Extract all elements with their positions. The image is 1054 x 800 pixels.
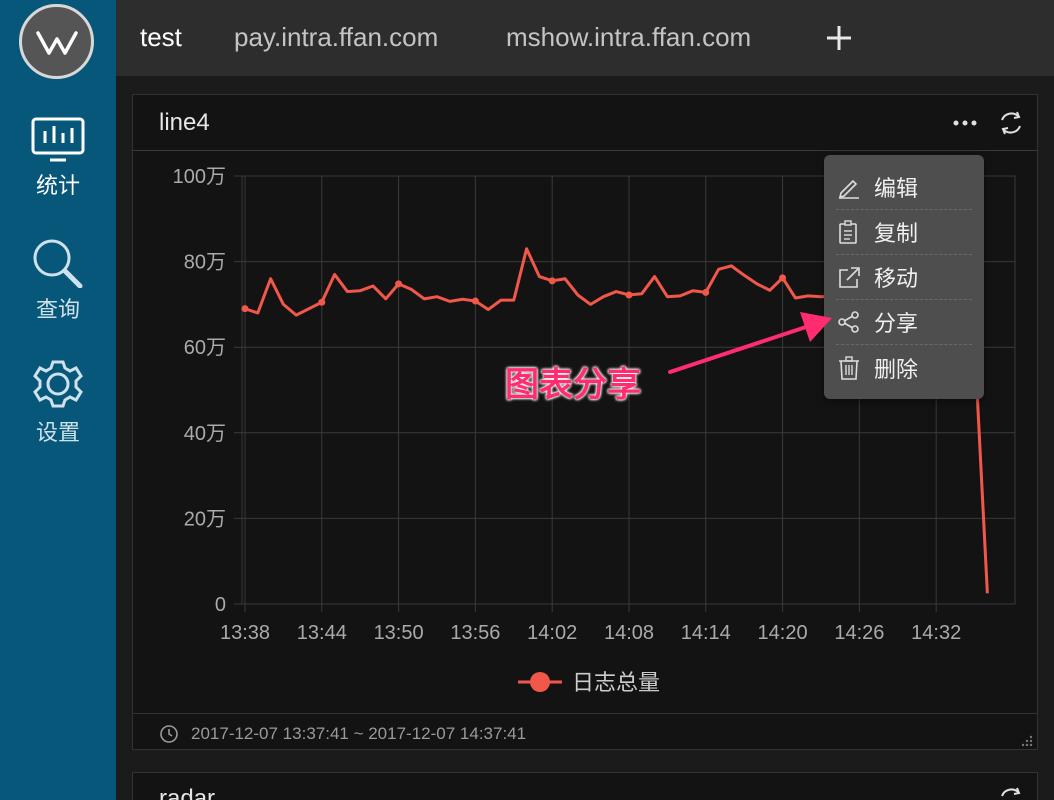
x-tick-label: 13:44	[297, 622, 347, 644]
y-tick-label: 100万	[173, 166, 226, 188]
x-tick-label: 13:38	[220, 622, 270, 644]
x-tick-label: 14:26	[834, 622, 884, 644]
data-point[interactable]	[625, 291, 633, 299]
logo-wave-icon	[35, 30, 78, 55]
y-tick-label: 20万	[184, 508, 226, 530]
menu-item-label: 移动	[874, 267, 919, 292]
menu-item-delete[interactable]: 删除	[836, 345, 972, 390]
annotation-label: 图表分享	[505, 365, 641, 405]
sidebar-item-label: 统计	[35, 174, 80, 199]
refresh-icon[interactable]	[997, 109, 1025, 137]
sidebar-item-label: 设置	[35, 421, 80, 446]
menu-item-label: 编辑	[874, 177, 919, 202]
add-tab-icon[interactable]	[822, 18, 856, 58]
legend-marker[interactable]	[530, 672, 550, 692]
menu-item-copy[interactable]: 复制	[836, 210, 972, 255]
search-icon	[33, 239, 83, 288]
x-tick-label: 14:08	[604, 622, 654, 644]
menu-item-label: 复制	[874, 222, 919, 247]
panel-context-menu: 编辑 复制 移动 分享 删除	[824, 155, 984, 399]
resize-handle-icon[interactable]	[1019, 733, 1033, 747]
data-point[interactable]	[241, 305, 249, 313]
sidebar-item-query[interactable]: 查询	[0, 236, 116, 324]
gear-icon	[33, 360, 83, 408]
data-point[interactable]	[395, 280, 403, 288]
copy-icon	[839, 220, 857, 244]
y-tick-label: 40万	[184, 423, 226, 445]
chart-monitor-icon	[31, 117, 85, 162]
annotation-arrow	[668, 312, 832, 374]
more-options-icon[interactable]	[951, 109, 979, 137]
move-icon	[839, 267, 860, 288]
data-point[interactable]	[318, 298, 326, 306]
legend-label: 日志总量	[572, 671, 660, 696]
panel-title: radar	[159, 785, 216, 800]
clock-icon	[160, 725, 178, 743]
x-tick-label: 14:20	[758, 622, 808, 644]
sidebar: 统计 查询 设置	[0, 0, 116, 800]
data-point[interactable]	[779, 274, 787, 282]
menu-item-label: 分享	[874, 312, 919, 337]
time-range-label: 2017-12-07 13:37:41 ~ 2017-12-07 14:37:4…	[191, 724, 527, 743]
sidebar-item-settings[interactable]: 设置	[0, 357, 116, 447]
edit-icon	[838, 179, 859, 199]
data-point[interactable]	[471, 297, 479, 305]
tab-mshow[interactable]: mshow.intra.ffan.com	[506, 22, 751, 53]
sidebar-item-stats[interactable]: 统计	[0, 116, 116, 200]
app-logo[interactable]	[19, 4, 94, 79]
y-tick-label: 0	[215, 594, 226, 616]
tab-bar: test pay.intra.ffan.com mshow.intra.ffan…	[116, 0, 1054, 76]
panel-title: line4	[159, 109, 210, 136]
chart-panel-radar: radar	[132, 772, 1038, 800]
sidebar-item-label: 查询	[35, 298, 80, 323]
x-tick-label: 14:14	[681, 622, 731, 644]
tab-pay[interactable]: pay.intra.ffan.com	[234, 22, 438, 53]
y-tick-label: 60万	[184, 337, 226, 359]
x-tick-label: 13:50	[374, 622, 424, 644]
panel-footer: 2017-12-07 13:37:41 ~ 2017-12-07 14:37:4…	[133, 713, 1037, 751]
refresh-icon[interactable]	[997, 785, 1025, 800]
menu-item-move[interactable]: 移动	[836, 255, 972, 300]
x-tick-label: 13:56	[450, 622, 500, 644]
x-tick-label: 14:02	[527, 622, 577, 644]
data-point[interactable]	[548, 277, 556, 285]
menu-item-share[interactable]: 分享	[836, 300, 972, 345]
menu-item-edit[interactable]: 编辑	[836, 165, 972, 210]
data-point[interactable]	[702, 288, 710, 296]
menu-item-label: 删除	[874, 357, 919, 383]
x-tick-label: 14:32	[911, 622, 961, 644]
tab-test[interactable]: test	[140, 22, 182, 53]
y-tick-label: 80万	[184, 252, 226, 274]
panel-header: line4	[133, 95, 1037, 151]
